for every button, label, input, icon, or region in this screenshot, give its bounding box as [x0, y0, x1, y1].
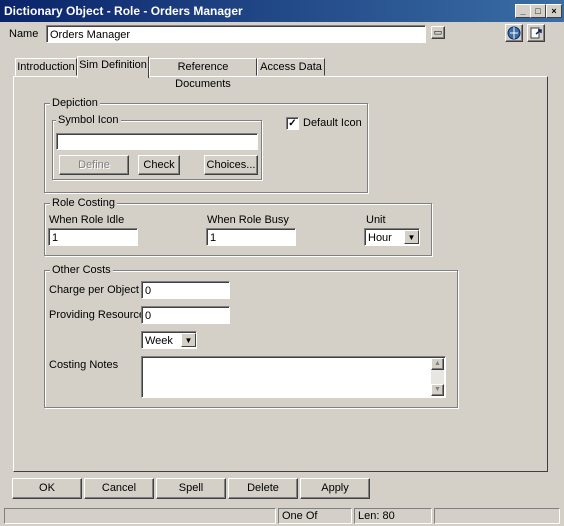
depiction-legend: Depiction [50, 97, 100, 109]
properties-button[interactable] [527, 24, 545, 42]
cancel-button[interactable]: Cancel [84, 478, 154, 499]
role-busy-label: When Role Busy [207, 214, 289, 226]
checkmark-icon: ✓ [288, 118, 297, 129]
status-cell-extra [434, 508, 560, 524]
minimize-button[interactable]: _ [515, 4, 531, 18]
help-globe-icon [507, 26, 521, 40]
delete-button[interactable]: Delete [228, 478, 298, 499]
costing-notes-label: Costing Notes [49, 359, 119, 371]
name-label: Name [9, 28, 39, 40]
choices-button[interactable]: Choices... [204, 155, 258, 175]
symbol-icon-input[interactable] [56, 133, 258, 150]
status-cell-main [4, 508, 276, 524]
up-arrow-icon: ▲ [434, 360, 441, 367]
notes-scrollbar[interactable]: ▲ ▼ [431, 358, 444, 396]
maximize-button[interactable]: □ [530, 4, 546, 18]
dropdown-arrow-icon: ▼ [184, 336, 193, 345]
apply-button[interactable]: Apply [300, 478, 370, 499]
name-input[interactable]: Orders Manager [46, 25, 426, 43]
unit-label: Unit [366, 214, 386, 226]
scroll-down-button[interactable]: ▼ [431, 384, 444, 396]
check-button[interactable]: Check [138, 155, 180, 175]
dropdown-arrow-icon: ▼ [407, 233, 416, 242]
down-arrow-icon: ▼ [434, 386, 441, 393]
symbol-icon-legend: Symbol Icon [56, 114, 121, 126]
spell-button[interactable]: Spell [156, 478, 226, 499]
default-icon-checkbox[interactable]: ✓ [286, 117, 299, 130]
document-arrow-icon [530, 27, 542, 39]
scroll-up-button[interactable]: ▲ [431, 358, 444, 370]
charge-per-object-label: Charge per Object [49, 284, 139, 296]
tab-access-data[interactable]: Access Data [257, 58, 325, 76]
unit-dropdown-button[interactable]: ▼ [404, 230, 419, 244]
define-button[interactable]: Define [59, 155, 129, 175]
help-button[interactable] [505, 24, 523, 42]
status-length: Len: 80 [354, 508, 432, 524]
period-dropdown-button[interactable]: ▼ [181, 333, 196, 347]
charge-per-object-input[interactable]: 0 [141, 281, 230, 299]
close-button[interactable]: × [546, 4, 562, 18]
role-idle-label: When Role Idle [49, 214, 125, 226]
ok-button[interactable]: OK [12, 478, 82, 499]
status-mode: One Of [278, 508, 352, 524]
tab-introduction[interactable]: Introduction [15, 58, 77, 76]
default-icon-label: Default Icon [303, 117, 362, 129]
expand-name-button[interactable]: ▭ [431, 26, 445, 39]
role-busy-input[interactable]: 1 [206, 228, 296, 246]
providing-resource-label: Providing Resource [49, 309, 145, 321]
tab-sim-definition[interactable]: Sim Definition [77, 56, 149, 78]
window-title: Dictionary Object - Role - Orders Manage… [4, 4, 243, 18]
role-idle-input[interactable]: 1 [48, 228, 138, 246]
providing-resource-input[interactable]: 0 [141, 306, 230, 324]
other-costs-legend: Other Costs [50, 264, 113, 276]
role-costing-legend: Role Costing [50, 197, 117, 209]
costing-notes-textarea[interactable] [141, 356, 446, 398]
tab-reference-documents[interactable]: Reference Documents [149, 58, 257, 90]
title-bar: Dictionary Object - Role - Orders Manage… [0, 0, 564, 22]
window-icon: ▭ [433, 27, 443, 37]
